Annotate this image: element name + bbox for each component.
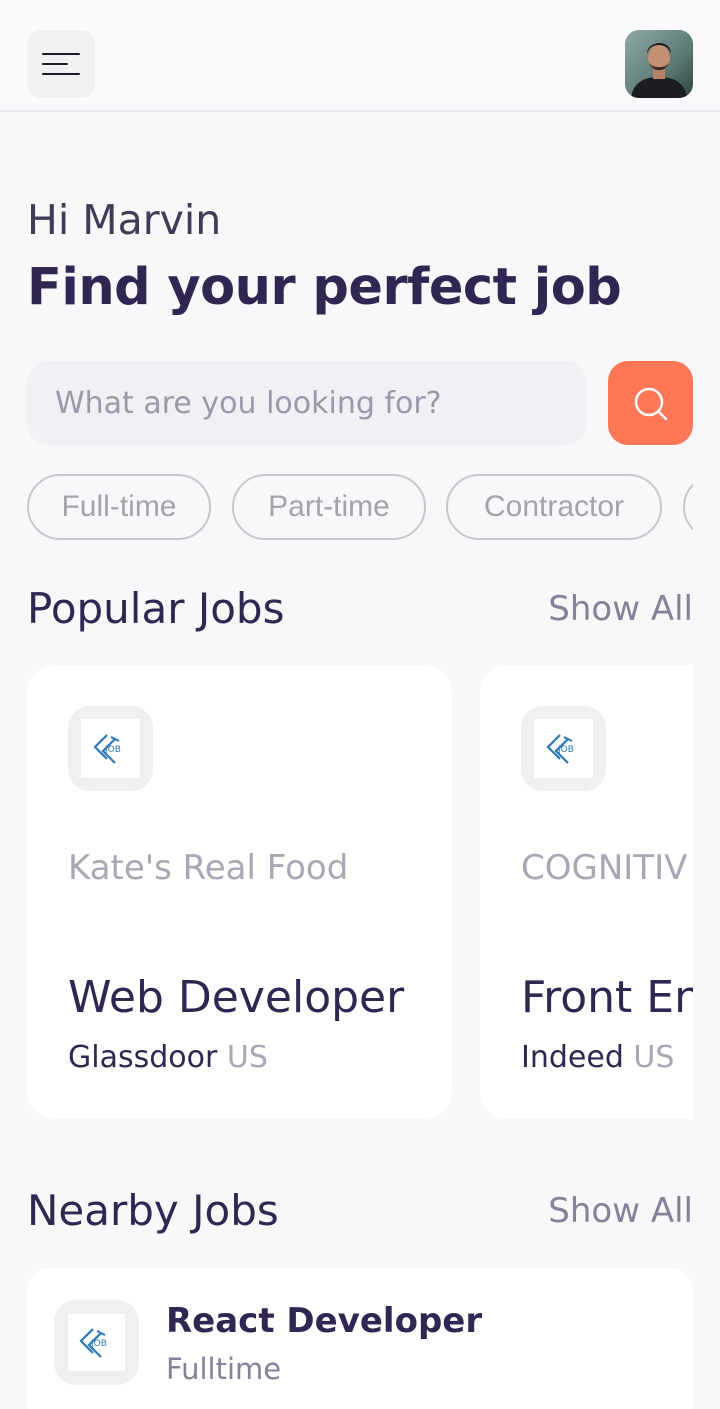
popular-jobs-carousel[interactable]: JOB Kate's Real Food Web Developer Glass… [27,665,693,1121]
nearby-show-all-link[interactable]: Show All [548,1191,693,1231]
svg-text:JOB: JOB [557,745,574,755]
popular-job-card[interactable]: JOB COGNITIV Front En Indeed US [480,665,693,1119]
search-icon [634,387,668,421]
job-country: US [226,1040,268,1075]
company-name: COGNITIV [521,848,688,888]
tab-part-time[interactable]: Part-time [232,474,426,540]
tab-more[interactable] [683,474,693,540]
job-type-tabs: Full-time Part-time Contractor [27,474,693,540]
svg-text:JOB: JOB [104,745,121,755]
search-input[interactable] [27,361,587,445]
job-title: React Developer [166,1301,483,1341]
company-name: Kate's Real Food [68,848,349,888]
menu-icon-line [42,63,68,65]
page-headline: Find your perfect job [27,258,622,317]
svg-text:JOB: JOB [90,1339,107,1349]
job-location: Indeed US [521,1040,674,1075]
company-logo: JOB [54,1300,139,1385]
tab-full-time[interactable]: Full-time [27,474,211,540]
job-location: Glassdoor US [68,1040,268,1075]
avatar[interactable] [625,30,693,98]
popular-job-card[interactable]: JOB Kate's Real Food Web Developer Glass… [27,665,452,1119]
job-country: US [633,1040,675,1075]
job-logo-icon: JOB [92,733,121,764]
app-header [0,0,720,112]
job-logo-icon: JOB [545,733,574,764]
job-title: Web Developer [68,972,405,1023]
company-logo: JOB [521,706,606,791]
tab-contractor[interactable]: Contractor [446,474,662,540]
company-logo: JOB [68,706,153,791]
search-bar [27,361,587,445]
nearby-jobs-title: Nearby Jobs [27,1186,279,1235]
popular-jobs-title: Popular Jobs [27,584,285,633]
profile-photo [625,30,693,98]
nearby-job-card[interactable]: JOB React Developer Fulltime [27,1268,693,1409]
greeting-text: Hi Marvin [27,196,222,244]
job-logo-icon: JOB [78,1327,107,1358]
job-source: Indeed [521,1040,624,1075]
job-title: Front En [521,972,693,1023]
job-type: Fulltime [166,1352,282,1386]
search-button[interactable] [608,361,693,445]
menu-icon-line [42,73,80,75]
menu-button[interactable] [27,30,95,98]
popular-show-all-link[interactable]: Show All [548,589,693,629]
menu-icon [42,53,80,55]
job-source: Glassdoor [68,1040,218,1075]
